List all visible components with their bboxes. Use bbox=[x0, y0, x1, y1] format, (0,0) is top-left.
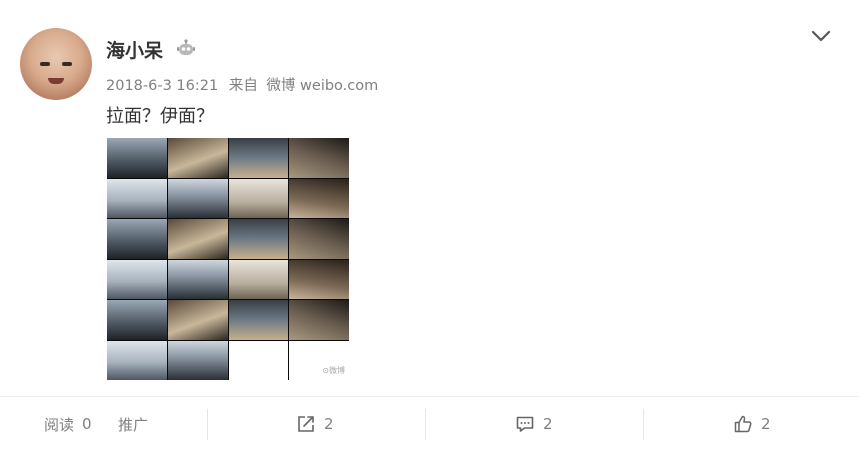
collage-cell bbox=[228, 300, 289, 340]
chevron-down-icon[interactable] bbox=[810, 27, 832, 45]
collage-cell bbox=[167, 138, 228, 178]
collage-cell bbox=[289, 259, 349, 299]
post-footer: 阅读 0 推广 2 2 2 bbox=[0, 397, 859, 451]
share-icon bbox=[298, 416, 314, 432]
user-avatar[interactable] bbox=[20, 28, 92, 100]
collage-cell bbox=[107, 138, 167, 178]
collage-cell bbox=[107, 259, 167, 299]
collage-cell bbox=[289, 138, 349, 178]
collage-cell bbox=[289, 178, 349, 218]
collage-cell bbox=[228, 259, 289, 299]
read-count: 阅读 0 bbox=[44, 397, 92, 451]
collage-cell bbox=[228, 138, 289, 178]
image-collage bbox=[107, 138, 349, 380]
post-timestamp[interactable]: 2018-6-3 16:21 bbox=[106, 78, 218, 94]
post-source-app[interactable]: 微博 weibo.com bbox=[266, 78, 378, 94]
share-button[interactable]: 2 bbox=[296, 397, 334, 451]
collage-cell bbox=[167, 259, 228, 299]
collage-cell bbox=[107, 219, 167, 259]
collage-cell bbox=[107, 178, 167, 218]
username[interactable]: 海小呆 bbox=[106, 36, 163, 63]
promote-label: 推广 bbox=[118, 415, 149, 434]
collage-cell bbox=[167, 219, 228, 259]
collage-cell bbox=[228, 178, 289, 218]
collage-cell bbox=[107, 300, 167, 340]
post-image[interactable]: ⊙微博 bbox=[107, 138, 349, 380]
footer-separator bbox=[207, 409, 208, 440]
collage-cell bbox=[167, 300, 228, 340]
promote-button[interactable]: 推广 bbox=[118, 397, 148, 451]
comment-button[interactable]: 2 bbox=[515, 397, 553, 451]
image-watermark: ⊙微博 bbox=[322, 366, 345, 375]
read-count-value: 0 bbox=[82, 415, 92, 433]
collage-cell bbox=[167, 178, 228, 218]
avatar-mouth bbox=[48, 78, 64, 84]
footer-separator bbox=[425, 409, 426, 440]
like-count: 2 bbox=[761, 415, 771, 433]
collage-cell bbox=[107, 340, 167, 380]
collage-cell bbox=[289, 300, 349, 340]
comment-count: 2 bbox=[543, 415, 553, 433]
like-icon bbox=[734, 415, 752, 433]
post-text: 拉面？伊面？ bbox=[106, 106, 214, 127]
comment-icon bbox=[516, 416, 534, 432]
collage-cell bbox=[167, 340, 228, 380]
collage-cell bbox=[289, 219, 349, 259]
avatar-eye-right bbox=[62, 62, 72, 66]
like-button[interactable]: 2 bbox=[733, 397, 771, 451]
post-source-prefix: 来自 bbox=[228, 78, 258, 94]
post-meta: 2018-6-3 16:21 来自 微博 weibo.com bbox=[106, 74, 384, 95]
collage-cell bbox=[228, 340, 289, 380]
footer-separator bbox=[643, 409, 644, 440]
avatar-eye-left bbox=[40, 62, 50, 66]
vip-robot-icon bbox=[177, 39, 195, 55]
read-label: 阅读 bbox=[44, 415, 75, 434]
share-count: 2 bbox=[324, 415, 334, 433]
collage-cell bbox=[228, 219, 289, 259]
